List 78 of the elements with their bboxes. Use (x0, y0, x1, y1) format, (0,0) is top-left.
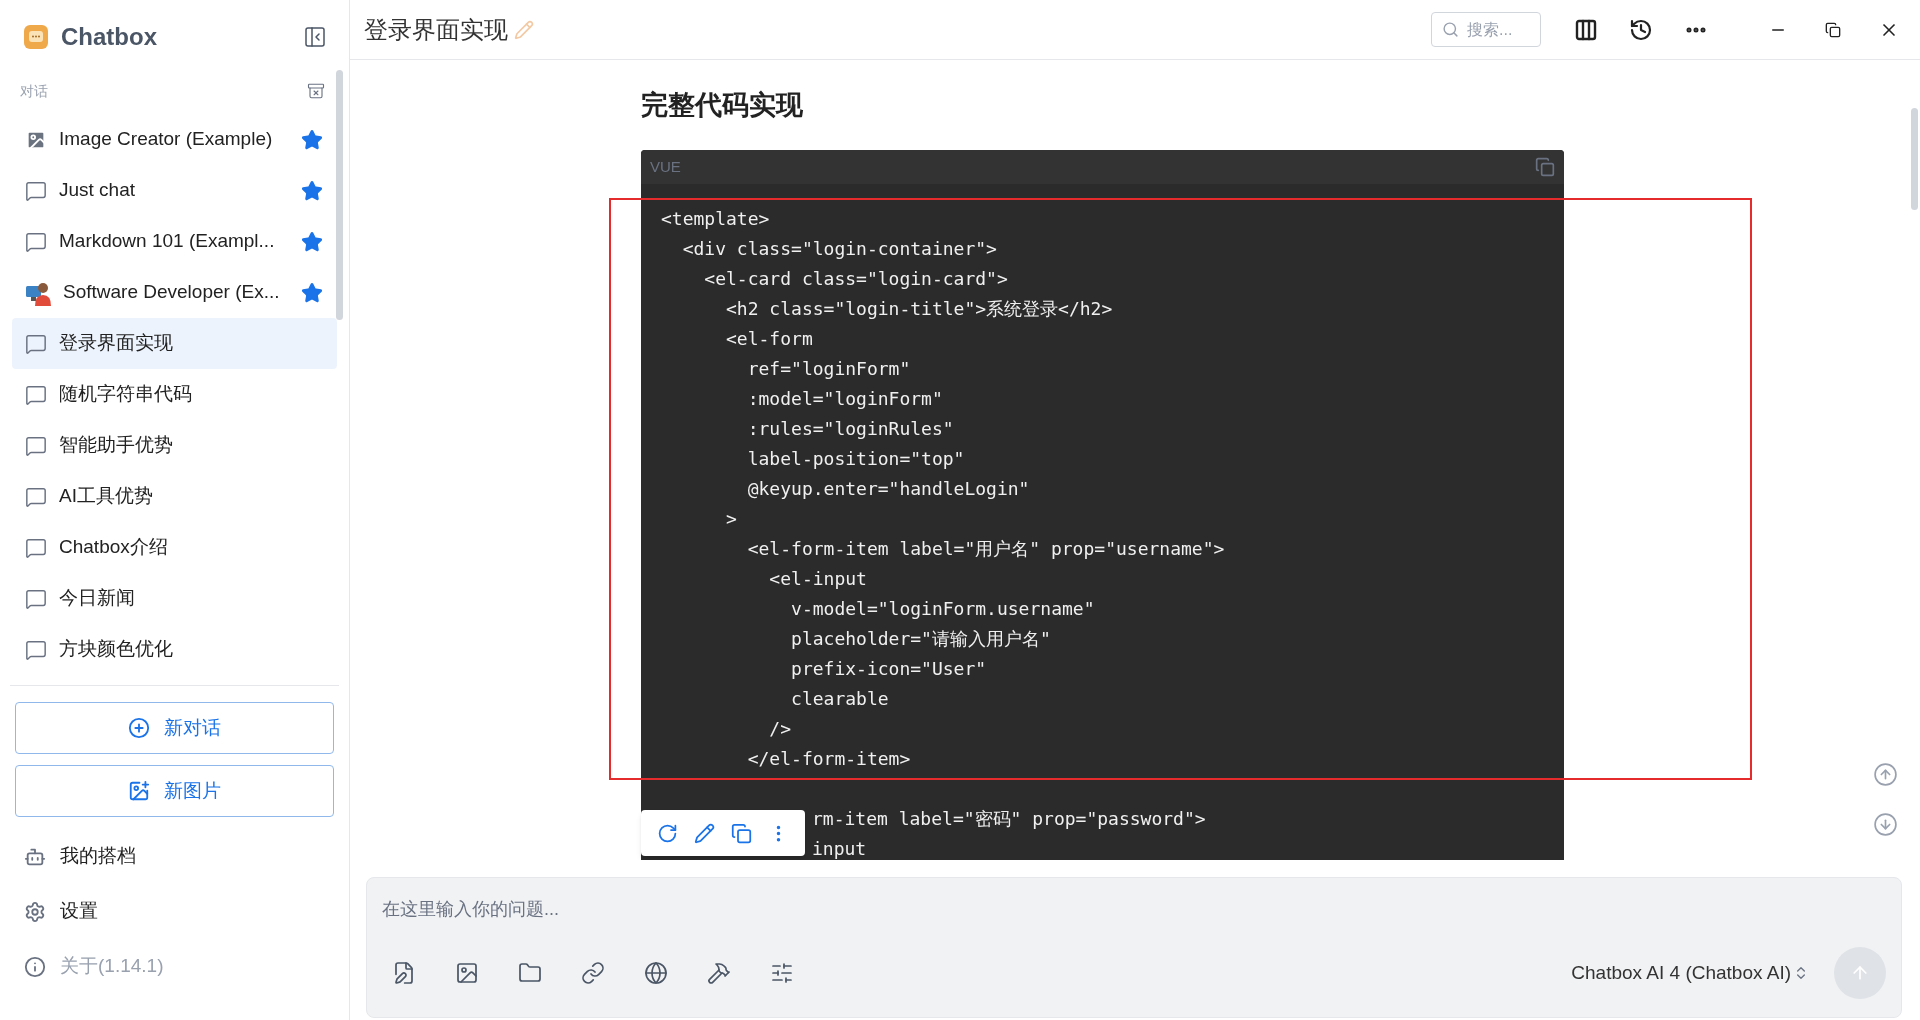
chat-icon (25, 383, 47, 406)
globe-icon[interactable] (644, 961, 668, 985)
section-label: 对话 (20, 81, 48, 101)
conversation-item[interactable]: AI工具优势 (12, 471, 337, 522)
conversation-title: Chatbox介绍 (59, 535, 169, 560)
chat-icon (25, 638, 47, 661)
code-text: <template> <div class="login-container"> <el-card class="login-card"> <h2 class="login-title">系统登录</h2> <el-form ref="loginForm" :model="loginForm" :rules="loginRules" label-position="top" @keyup.enter="handleLogin" > <el-form-item label="用户名" prop="username"> <el-input v-model="loginForm.username" placeholder="请输入用户名" prefix-icon="User" clearable /> </el-form-item> (661, 207, 1225, 771)
image-plus-icon (128, 780, 150, 802)
star-icon[interactable] (301, 281, 323, 304)
search-icon (1442, 21, 1459, 38)
conversation-title: Just chat (59, 178, 137, 203)
copy-code-icon[interactable] (1535, 157, 1555, 177)
conversation-title: 方块颜色优化 (59, 637, 174, 662)
chat-icon (25, 230, 47, 253)
new-chat-button[interactable]: 新对话 (15, 702, 334, 754)
chat-icon (25, 434, 47, 457)
archive-icon[interactable] (307, 82, 325, 100)
code-line: rm-item label="密码" prop="password"> (812, 807, 1206, 831)
sidebar-link[interactable]: 我的搭档 (24, 829, 325, 884)
restore-icon[interactable] (1825, 21, 1841, 38)
link-label: 我的搭档 (60, 844, 136, 869)
link-icon[interactable] (581, 961, 605, 985)
star-icon[interactable] (301, 179, 323, 202)
conversation-item[interactable]: Chatbox介绍 (12, 522, 337, 573)
conversation-item[interactable]: 方块颜色优化 (12, 624, 337, 675)
chat-icon (25, 587, 47, 610)
conversation-item[interactable]: Markdown 101 (Exampl... (12, 216, 337, 267)
scroll-up-icon[interactable] (1873, 762, 1898, 787)
conversation-item[interactable]: Image Creator (Example) (12, 114, 337, 165)
conversation-item[interactable]: Just chat (12, 165, 337, 216)
app-logo-icon (23, 24, 49, 50)
conversation-title: 登录界面实现 (59, 331, 174, 356)
conversation-item[interactable]: 今日新闻 (12, 573, 337, 624)
regenerate-icon[interactable] (657, 822, 678, 844)
message-heading: 完整代码实现 (641, 89, 804, 122)
plus-circle-icon (128, 717, 150, 739)
conversation-title: 随机字符串代码 (59, 382, 193, 407)
new-image-button[interactable]: 新图片 (15, 765, 334, 817)
search-input[interactable]: 搜索... (1467, 17, 1527, 42)
sliders-icon[interactable] (770, 961, 794, 985)
conversation-title: 智能助手优势 (59, 433, 174, 458)
conversation-title: 今日新闻 (59, 586, 136, 611)
collapse-sidebar-icon[interactable] (303, 25, 327, 49)
search-field[interactable]: 搜索... (1431, 12, 1541, 47)
sidebar-link[interactable]: 设置 (24, 884, 325, 939)
link-label: 关于(1.14.1) (60, 954, 164, 979)
chat-icon (25, 332, 47, 355)
model-selector[interactable]: Chatbox AI 4 (Chatbox AI) (1571, 958, 1809, 988)
edit-icon[interactable] (694, 822, 715, 844)
star-icon[interactable] (301, 230, 323, 253)
chat-icon (25, 179, 47, 202)
folder-icon[interactable] (518, 961, 542, 985)
code-line: input (812, 837, 867, 860)
code-language: VUE (650, 156, 681, 177)
chat-icon (25, 485, 47, 508)
conversation-item[interactable]: Software Developer (Ex... (12, 267, 337, 318)
conversation-heading: 登录界面实现 (364, 14, 508, 45)
conversation-title: Markdown 101 (Exampl... (59, 229, 276, 254)
conversation-item[interactable]: 智能助手优势 (12, 420, 337, 471)
copy-icon[interactable] (731, 822, 752, 844)
conversation-title: Image Creator (Example) (59, 127, 274, 152)
settings-icon (24, 900, 46, 923)
info-icon (24, 955, 46, 978)
conversation-title: AI工具优势 (59, 484, 154, 509)
image-icon[interactable] (455, 961, 479, 985)
split-view-icon[interactable] (1574, 17, 1598, 42)
conversation-title: Software Developer (Ex... (63, 280, 281, 305)
link-label: 设置 (60, 899, 98, 924)
hammer-icon[interactable] (707, 961, 731, 985)
scroll-down-icon[interactable] (1873, 812, 1898, 837)
conversation-item[interactable]: 登录界面实现 (12, 318, 337, 369)
app-name: Chatbox (61, 22, 157, 52)
file-icon[interactable] (392, 961, 416, 985)
history-icon[interactable] (1629, 17, 1653, 42)
star-icon[interactable] (301, 128, 323, 151)
message-input[interactable]: 在这里输入你的问题... (382, 896, 1886, 922)
chat-icon (25, 536, 47, 559)
conversation-item[interactable]: 随机字符串代码 (12, 369, 337, 420)
